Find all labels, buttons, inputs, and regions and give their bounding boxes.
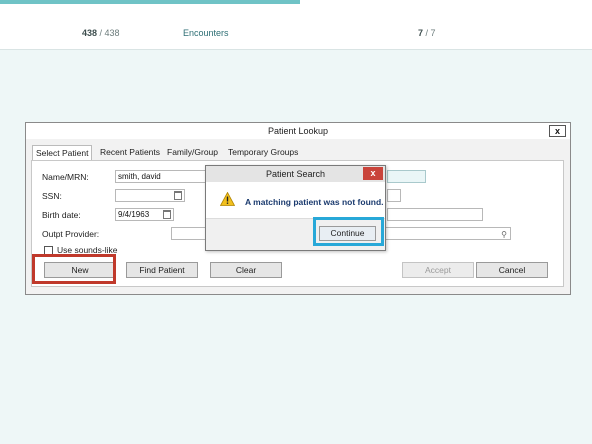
ssn-label: SSN: (42, 191, 62, 201)
page-counter-total: 438 (104, 28, 120, 38)
ssn-input[interactable] (115, 189, 185, 202)
progress-accent-line (0, 0, 300, 4)
name-extra-field[interactable] (387, 170, 426, 183)
top-status-bar: 438 / 438 Encounters 7 / 7 (0, 0, 592, 50)
cancel-button[interactable]: Cancel (476, 262, 548, 278)
tab-temporary-groups[interactable]: Temporary Groups (228, 145, 298, 159)
warning-icon (220, 192, 235, 206)
name-mrn-input[interactable]: smith, david (115, 170, 215, 183)
window-title: Patient Lookup (26, 123, 570, 139)
dialog-message: A matching patient was not found. (245, 197, 384, 207)
continue-button-highlight (313, 217, 384, 246)
find-patient-button[interactable]: Find Patient (126, 262, 198, 278)
tab-select-patient[interactable]: Select Patient (32, 145, 93, 161)
outpt-provider-label: Outpt Provider: (42, 229, 100, 239)
new-button-highlight (32, 254, 116, 284)
page-counter-current: 438 (82, 28, 98, 38)
section-label: Encounters (183, 28, 229, 38)
step-counter-sep: / (423, 28, 431, 38)
calendar-icon[interactable] (174, 191, 182, 200)
birth-date-value: 9/4/1963 (118, 210, 150, 219)
clear-button[interactable]: Clear (210, 262, 282, 278)
page-counter: 438 / 438 (82, 28, 120, 38)
dialog-title: Patient Search (206, 166, 385, 182)
step-counter: 7 / 7 (418, 28, 436, 38)
name-mrn-label: Name/MRN: (42, 172, 89, 182)
tab-recent-patients[interactable]: Recent Patients (100, 145, 160, 159)
step-counter-total: 7 (430, 28, 436, 38)
ssn-extra-field[interactable] (387, 189, 401, 202)
birth-date-label: Birth date: (42, 210, 81, 220)
birth-date-input[interactable]: 9/4/1963 (115, 208, 174, 221)
birth-extra-field[interactable] (387, 208, 483, 221)
tab-family-group[interactable]: Family/Group (167, 145, 218, 159)
accept-button[interactable]: Accept (402, 262, 474, 278)
dialog-close-button[interactable]: x (363, 167, 383, 180)
page-counter-sep: / (97, 28, 105, 38)
calendar-icon[interactable] (163, 210, 171, 219)
window-close-button[interactable]: x (549, 125, 566, 137)
search-icon[interactable]: ⚲ (501, 229, 507, 240)
